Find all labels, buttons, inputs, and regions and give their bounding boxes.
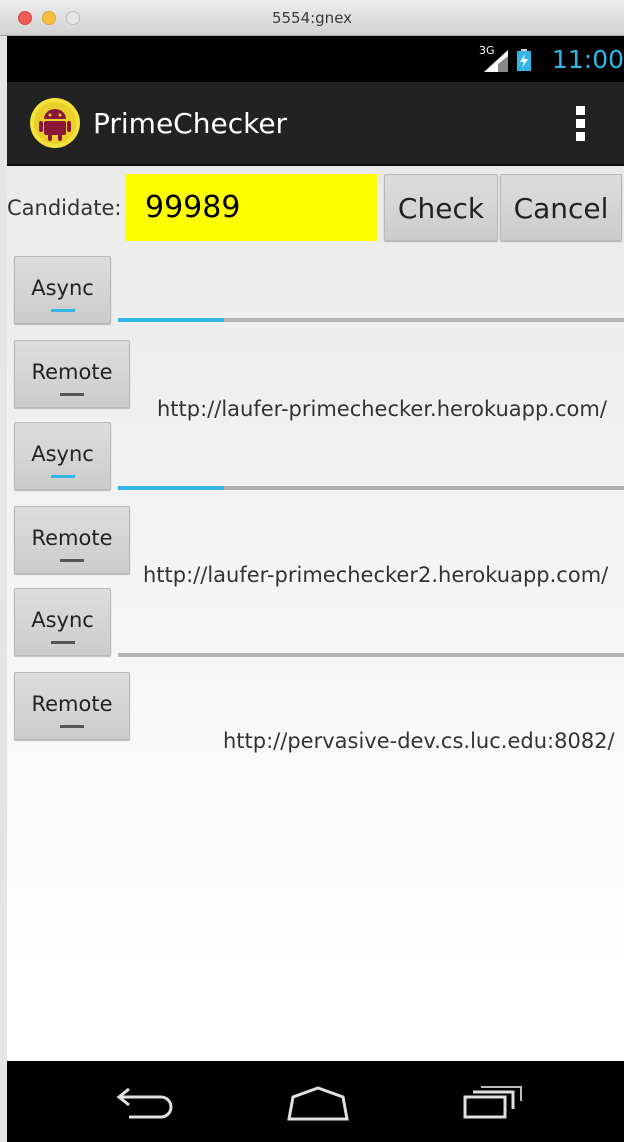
button-indicator	[60, 559, 84, 562]
candidate-input[interactable]	[125, 174, 377, 241]
button-indicator	[60, 725, 84, 728]
navigation-bar	[7, 1061, 624, 1142]
remote-button-2[interactable]: Remote	[14, 506, 130, 574]
async-button-label: Async	[31, 608, 94, 632]
async-button-3[interactable]: Async	[14, 588, 111, 656]
window-title-bar: 5554:gnex	[0, 0, 624, 36]
window-left-edge	[0, 36, 7, 1142]
main-content: Candidate: Check Cancel Async Remote htt…	[7, 166, 624, 1061]
remote-url-3: http://pervasive-dev.cs.luc.edu:8082/	[223, 729, 615, 753]
home-icon[interactable]	[285, 1085, 351, 1121]
progress-fill	[118, 318, 225, 322]
recent-apps-icon[interactable]	[461, 1085, 523, 1119]
button-indicator	[50, 475, 75, 478]
cancel-button[interactable]: Cancel	[500, 174, 622, 241]
remote-button-label: Remote	[31, 692, 113, 716]
android-robot-icon[interactable]	[29, 97, 81, 149]
button-indicator	[50, 309, 75, 312]
remote-button-1[interactable]: Remote	[14, 340, 130, 408]
button-indicator	[60, 393, 84, 396]
emulator-screen: 3G 11:00 PrimeChecker Candidate: 99989 C…	[7, 36, 624, 1142]
remote-url-2: http://laufer-primechecker2.herokuapp.co…	[143, 563, 609, 587]
remote-button-label: Remote	[31, 360, 113, 384]
async-button-label: Async	[31, 276, 94, 300]
overflow-menu-icon[interactable]	[573, 104, 587, 144]
candidate-label: Candidate:	[7, 196, 122, 220]
action-bar: PrimeChecker	[7, 82, 624, 166]
window-title: 5554:gnex	[271, 9, 353, 27]
battery-charging-icon	[517, 49, 531, 71]
signal-icon	[484, 50, 508, 72]
remote-button-3[interactable]: Remote	[14, 672, 130, 740]
back-arrow-icon[interactable]	[115, 1085, 177, 1119]
remote-url-1: http://laufer-primechecker.herokuapp.com…	[157, 397, 607, 421]
progress-bar-2	[118, 486, 624, 490]
progress-fill	[118, 486, 225, 490]
async-button-label: Async	[31, 442, 94, 466]
progress-bar-3	[118, 653, 624, 657]
async-button-1[interactable]: Async	[14, 256, 111, 324]
status-bar: 3G 11:00	[7, 36, 624, 82]
check-button[interactable]: Check	[384, 174, 498, 241]
remote-button-label: Remote	[31, 526, 113, 550]
clock: 11:00	[552, 45, 624, 74]
async-button-2[interactable]: Async	[14, 422, 111, 490]
progress-bar-1	[118, 318, 624, 322]
app-title: PrimeChecker	[93, 107, 288, 140]
button-indicator	[50, 641, 75, 644]
